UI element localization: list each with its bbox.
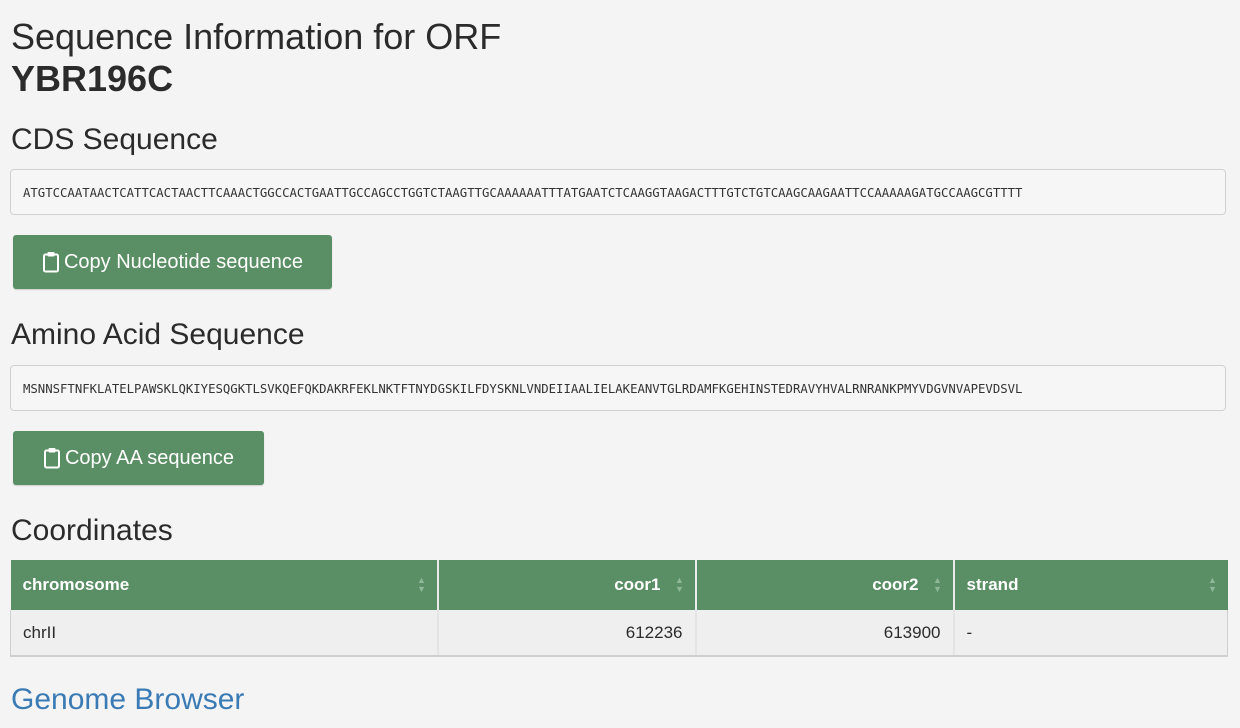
cell-strand: - [952,610,1228,657]
sort-icon: ▲ ▼ [1208,575,1217,594]
sort-icon: ▲ ▼ [675,575,684,594]
clipboard-icon [43,447,61,469]
sort-icon: ▲ ▼ [933,575,942,594]
cds-sequence-text: ATGTCCAATAACTCATTCACTAACTTCAAACTGGCCACTG… [23,186,1023,200]
column-header-chromosome[interactable]: chromosome ▲ ▼ [10,560,438,610]
genome-browser-link[interactable]: Genome Browser [11,682,244,718]
table-header-row: chromosome ▲ ▼ coor1 ▲ ▼ coor2 ▲ ▼ strand ▲… [10,560,1228,610]
copy-aa-button[interactable]: Copy AA sequence [13,431,264,485]
column-header-strand[interactable]: strand ▲ ▼ [952,560,1228,610]
cds-heading: CDS Sequence [11,123,218,156]
sort-icon: ▲ ▼ [417,575,426,594]
column-header-label: coor1 [614,575,661,594]
clipboard-icon [42,251,60,273]
cell-coor2: 613900 [694,610,954,657]
orf-name: YBR196C [11,58,174,99]
copy-nucleotide-button[interactable]: Copy Nucleotide sequence [13,235,332,289]
page-title: Sequence Information for ORF [11,16,502,57]
cell-coor1: 612236 [436,610,696,657]
copy-aa-label: Copy AA sequence [64,446,234,469]
page: Sequence Information for ORF YBR196C CDS… [0,0,1240,728]
column-header-label: chromosome [22,575,130,594]
cell-chromosome: chrII [10,610,438,657]
table-row: chrII 612236 613900 - [10,610,1228,657]
aa-sequence-box[interactable]: MSNNSFTNFKLATELPAWSKLQKIYESQGKTLSVKQEFQK… [10,365,1226,411]
coordinates-heading: Coordinates [11,514,173,547]
column-header-coor1[interactable]: coor1 ▲ ▼ [436,560,696,610]
aa-heading: Amino Acid Sequence [11,318,305,351]
coordinates-table: chromosome ▲ ▼ coor1 ▲ ▼ coor2 ▲ ▼ strand ▲… [10,560,1228,657]
copy-nucleotide-label: Copy Nucleotide sequence [63,250,304,273]
column-header-label: strand [966,575,1019,594]
cds-sequence-box[interactable]: ATGTCCAATAACTCATTCACTAACTTCAAACTGGCCACTG… [10,169,1226,215]
column-header-label: coor2 [872,575,919,594]
aa-sequence-text: MSNNSFTNFKLATELPAWSKLQKIYESQGKTLSVKQEFQK… [23,382,1023,396]
column-header-coor2[interactable]: coor2 ▲ ▼ [694,560,954,610]
